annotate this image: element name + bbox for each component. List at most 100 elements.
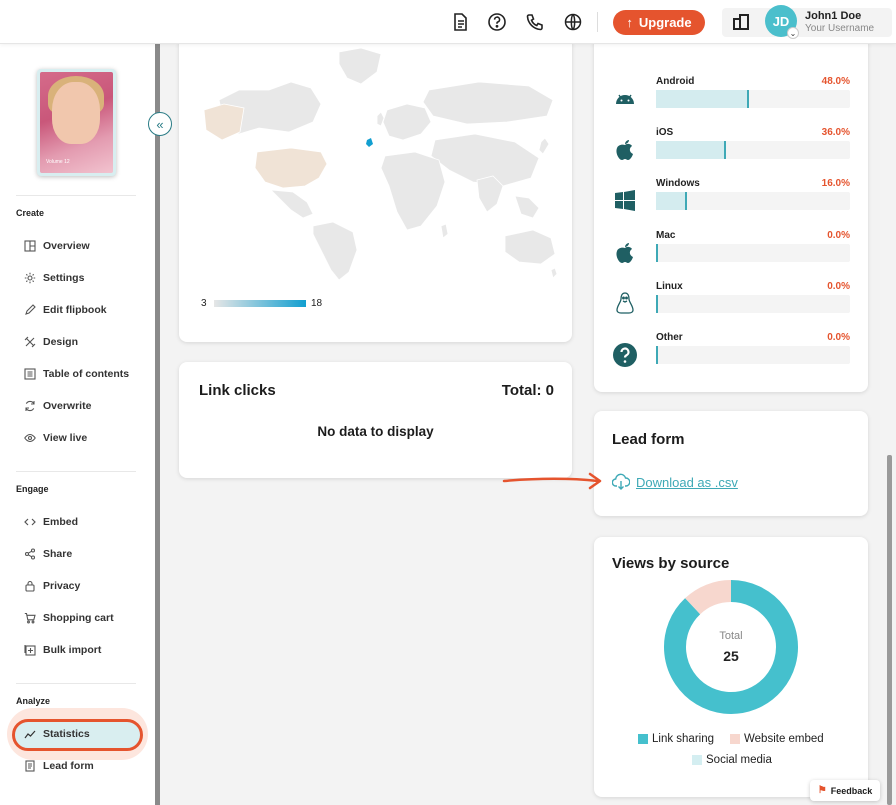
os-row-windows: Windows 16.0%	[594, 178, 868, 228]
os-bar-track	[656, 192, 850, 210]
share-icon	[24, 548, 36, 560]
gear-icon	[24, 272, 36, 284]
upgrade-button[interactable]: ↑ Upgrade	[613, 10, 705, 35]
layout-icon	[24, 240, 36, 252]
sidebar-item-label: Bulk import	[43, 644, 102, 656]
arrow-up-icon: ↑	[626, 15, 633, 30]
os-name: Android	[656, 76, 695, 87]
download-csv-label: Download as .csv	[636, 474, 738, 490]
section-create: Create	[16, 208, 45, 218]
visitors-map-card: 3 18	[179, 30, 572, 342]
link-clicks-card: Link clicks Total: 0 No data to display	[179, 362, 572, 478]
os-bar-fill	[656, 141, 726, 159]
os-percent: 16.0%	[821, 178, 850, 189]
sidebar-item-overwrite[interactable]: Overwrite	[24, 396, 91, 416]
sidebar-item-edit-flipbook[interactable]: Edit flipbook	[24, 300, 107, 320]
sidebar-item-label: Design	[43, 336, 79, 348]
os-name: Other	[656, 332, 683, 343]
lock-icon	[24, 580, 36, 592]
windows-icon	[612, 188, 638, 214]
os-percent: 0.0%	[827, 230, 850, 241]
pencil-icon	[24, 304, 36, 316]
os-bar-fill	[656, 90, 750, 108]
sidebar-scrollbar[interactable]	[155, 44, 160, 805]
sidebar-item-share[interactable]: Share	[24, 544, 72, 564]
world-map	[203, 47, 558, 280]
building-icon[interactable]	[731, 12, 751, 32]
flipbook-cover[interactable]: Volume 12	[37, 69, 116, 176]
refresh-icon	[24, 400, 36, 412]
tools-icon	[24, 336, 36, 348]
feedback-button[interactable]: ⚑ Feedback	[810, 780, 880, 801]
os-bar-track	[656, 90, 850, 108]
os-bar-fill	[656, 295, 658, 313]
user-name: John1 Doe	[805, 10, 862, 22]
apple-icon	[612, 137, 638, 163]
sidebar-item-label: Overview	[43, 240, 90, 252]
os-percent: 36.0%	[821, 127, 850, 138]
sidebar-item-privacy[interactable]: Privacy	[24, 576, 80, 596]
sidebar-item-label: Table of contents	[43, 368, 130, 380]
sidebar-item-overview[interactable]: Overview	[24, 236, 90, 256]
section-engage: Engage	[16, 484, 49, 494]
sidebar-item-label: Privacy	[43, 580, 81, 592]
eye-icon	[24, 432, 36, 444]
sidebar-item-shopping-cart[interactable]: Shopping cart	[24, 608, 114, 628]
main-scrollbar[interactable]	[887, 455, 892, 805]
highlighted-country[interactable]	[366, 138, 373, 147]
toolbar-separator	[597, 12, 598, 32]
cloud-download-icon	[612, 473, 630, 491]
phone-icon[interactable]	[525, 12, 545, 32]
sidebar-item-design[interactable]: Design	[24, 332, 78, 352]
document-icon[interactable]	[450, 12, 470, 32]
scale-min-label: 3	[201, 298, 207, 309]
cover-text: Volume 12	[46, 159, 70, 165]
lead-form-title: Lead form	[612, 431, 685, 448]
globe-icon[interactable]	[563, 12, 583, 32]
import-icon	[24, 644, 36, 656]
sidebar-item-label: Lead form	[43, 760, 94, 772]
chart-line-icon	[24, 728, 36, 740]
scale-max-label: 18	[311, 298, 323, 309]
sidebar-item-statistics[interactable]: Statistics	[24, 724, 90, 744]
cart-icon	[24, 612, 36, 624]
sidebar-item-label: Overwrite	[43, 400, 92, 412]
link-clicks-total: Total: 0	[501, 382, 554, 399]
sidebar-item-settings[interactable]: Settings	[24, 268, 84, 288]
donut-slice-website-embed[interactable]	[685, 580, 732, 615]
legend-link-sharing: Link sharing	[638, 733, 714, 745]
legend-swatch	[730, 734, 740, 744]
sidebar-item-label: Embed	[43, 516, 79, 528]
os-percent: 0.0%	[827, 281, 850, 292]
legend-label: Social media	[706, 754, 772, 766]
views-by-source-title: Views by source	[612, 555, 730, 572]
avatar-initials: JD	[772, 13, 790, 29]
download-csv-link[interactable]: Download as .csv	[612, 473, 738, 491]
sidebar-item-embed[interactable]: Embed	[24, 512, 78, 532]
os-bar-fill	[656, 244, 658, 262]
lead-form-card: Lead form Download as .csv	[594, 411, 868, 516]
sidebar-item-table-of-contents[interactable]: Table of contents	[24, 364, 129, 384]
sidebar-divider	[16, 471, 136, 472]
os-bar-fill	[656, 346, 658, 364]
donut-slice-link-sharing[interactable]	[664, 580, 798, 714]
legend-label: Website embed	[744, 733, 824, 745]
os-breakdown-card: Android 48.0% iOS 36.0% Windows 16.0% Ma…	[594, 30, 868, 392]
legend-label: Link sharing	[652, 733, 715, 745]
os-row-linux: Linux 0.0%	[594, 281, 868, 331]
os-bar-track	[656, 295, 850, 313]
legend-social-media: Social media	[692, 754, 772, 766]
list-icon	[24, 368, 36, 380]
chevron-down-icon[interactable]: ⌄	[787, 27, 799, 39]
collapse-sidebar-button[interactable]: «	[148, 112, 172, 136]
sidebar-item-lead-form[interactable]: Lead form	[24, 756, 94, 776]
legend-swatch	[692, 755, 702, 765]
section-analyze: Analyze	[16, 696, 51, 706]
feedback-icon: ⚑	[817, 785, 827, 796]
sidebar-item-view-live[interactable]: View live	[24, 428, 87, 448]
sidebar-item-bulk-import[interactable]: Bulk import	[24, 640, 101, 660]
help-icon[interactable]	[487, 12, 507, 32]
os-percent: 48.0%	[821, 76, 850, 87]
sidebar-divider	[16, 683, 136, 684]
cover-image: Volume 12	[40, 72, 113, 173]
